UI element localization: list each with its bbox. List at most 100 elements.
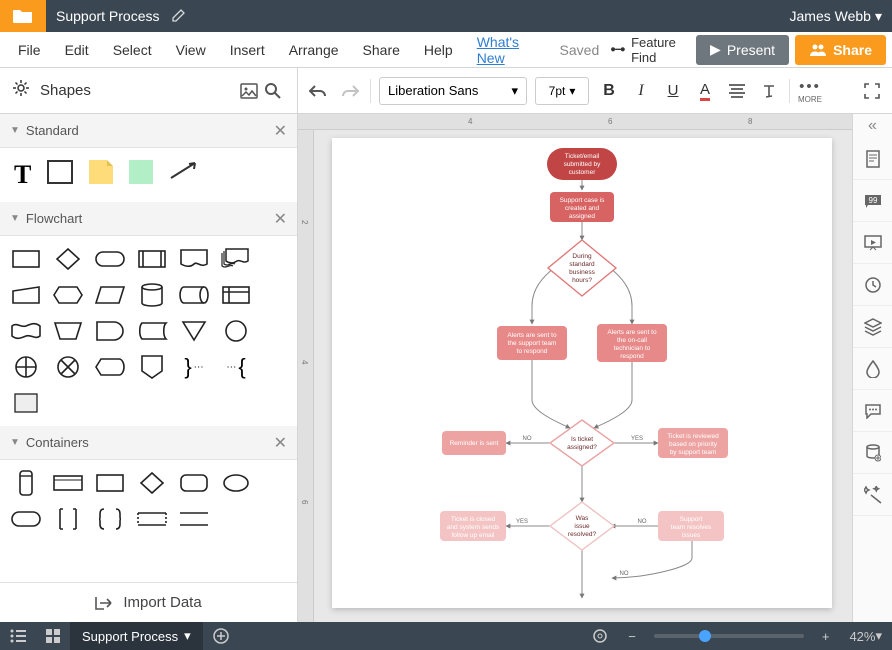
dock-data-icon[interactable] (853, 432, 892, 474)
zoom-level[interactable]: 42% ▾ (839, 622, 892, 650)
shape-rect-open2[interactable] (178, 506, 210, 532)
shape-note[interactable] (89, 160, 113, 184)
shape-document[interactable] (178, 246, 210, 272)
redo-button[interactable] (338, 79, 362, 103)
shape-merge[interactable] (178, 318, 210, 344)
dock-history-icon[interactable] (853, 264, 892, 306)
zoom-out-button[interactable]: − (618, 622, 646, 650)
list-view-icon[interactable] (0, 622, 36, 650)
shape-terminator[interactable] (94, 246, 126, 272)
shape-predefined[interactable] (136, 246, 168, 272)
close-icon[interactable]: ✕ (274, 209, 287, 229)
shape-process[interactable] (10, 246, 42, 272)
panel-flowchart-header[interactable]: ▼ Flowchart ✕ (0, 202, 297, 236)
shape-papertape[interactable] (10, 318, 42, 344)
more-button[interactable]: ••• MORE (798, 78, 822, 104)
add-page-button[interactable] (203, 622, 239, 650)
dock-present-icon[interactable] (853, 222, 892, 264)
shape-arrow[interactable] (169, 160, 199, 190)
shape-pill-v[interactable] (10, 470, 42, 496)
shape-ellipse[interactable] (220, 470, 252, 496)
menu-share[interactable]: Share (351, 42, 412, 58)
shape-delay[interactable] (94, 318, 126, 344)
flowchart-diagram[interactable]: YES NO NO YES YES NO NO Ticket/email sub… (332, 138, 832, 608)
search-icon[interactable] (261, 79, 285, 103)
zoom-thumb[interactable] (699, 630, 711, 642)
underline-button[interactable]: U (661, 79, 685, 103)
menu-file[interactable]: File (6, 42, 53, 58)
undo-button[interactable] (306, 79, 330, 103)
fullscreen-button[interactable] (860, 79, 884, 103)
document-title[interactable]: Support Process (46, 8, 160, 24)
shape-brace-l[interactable]: ⋯{ (220, 354, 252, 380)
dock-page-icon[interactable] (853, 138, 892, 180)
shape-rect-open[interactable] (136, 506, 168, 532)
collapse-dock-icon[interactable]: « (853, 114, 892, 138)
share-button[interactable]: Share (795, 35, 886, 65)
menu-insert[interactable]: Insert (218, 42, 277, 58)
dock-magic-icon[interactable] (853, 474, 892, 516)
menu-edit[interactable]: Edit (53, 42, 101, 58)
panel-standard-header[interactable]: ▼ Standard ✕ (0, 114, 297, 148)
shape-rect2[interactable] (52, 470, 84, 496)
shape-decision[interactable] (52, 246, 84, 272)
import-data-button[interactable]: Import Data (0, 582, 297, 622)
shapes-panel-header[interactable]: Shapes (0, 68, 298, 114)
canvas[interactable]: 4 6 8 2 4 6 (298, 114, 852, 622)
bold-button[interactable]: B (597, 79, 621, 103)
zoom-slider[interactable] (654, 634, 804, 638)
shape-data[interactable] (94, 282, 126, 308)
shape-stored[interactable] (136, 318, 168, 344)
shape-rectangle[interactable] (47, 160, 73, 184)
shape-manual-op[interactable] (52, 318, 84, 344)
close-icon[interactable]: ✕ (274, 121, 287, 141)
node-hours[interactable] (548, 240, 616, 296)
shape-rounded[interactable] (178, 470, 210, 496)
shape-offpage[interactable] (136, 354, 168, 380)
shape-bracket1[interactable] (52, 506, 84, 532)
shape-bracket2[interactable] (94, 506, 126, 532)
shape-junction[interactable] (52, 354, 84, 380)
image-icon[interactable] (237, 79, 261, 103)
shape-directdata[interactable] (178, 282, 210, 308)
shape-display[interactable] (94, 354, 126, 380)
shape-block[interactable] (129, 160, 153, 184)
page[interactable]: YES NO NO YES YES NO NO Ticket/email sub… (332, 138, 832, 608)
menu-help[interactable]: Help (412, 42, 465, 58)
font-size-selector[interactable]: 7pt ▾ (535, 77, 589, 105)
font-selector[interactable]: Liberation Sans ▾ (379, 77, 527, 105)
shape-manual[interactable] (10, 282, 42, 308)
shape-preparation[interactable] (52, 282, 84, 308)
folder-icon[interactable] (0, 0, 46, 32)
shape-multidoc[interactable] (220, 246, 252, 272)
shape-pill-h[interactable] (10, 506, 42, 532)
clear-format-button[interactable] (757, 79, 781, 103)
text-color-button[interactable]: A (693, 79, 717, 103)
close-icon[interactable]: ✕ (274, 433, 287, 453)
shape-connector[interactable] (220, 318, 252, 344)
target-icon[interactable] (582, 622, 618, 650)
dock-layers-icon[interactable] (853, 306, 892, 348)
align-button[interactable] (725, 79, 749, 103)
grid-view-icon[interactable] (36, 622, 70, 650)
menu-select[interactable]: Select (101, 42, 164, 58)
feature-find[interactable]: Feature Find (611, 35, 682, 65)
shape-rect3[interactable] (94, 470, 126, 496)
present-button[interactable]: ▶ Present (696, 35, 789, 65)
shape-internal[interactable] (220, 282, 252, 308)
italic-button[interactable]: I (629, 79, 653, 103)
shape-database[interactable] (136, 282, 168, 308)
rename-icon[interactable] (172, 8, 186, 25)
page-tab[interactable]: Support Process ▾ (70, 622, 203, 650)
dock-comment-icon[interactable]: 99 (853, 180, 892, 222)
panel-containers-header[interactable]: ▼ Containers ✕ (0, 426, 297, 460)
shape-text[interactable]: T (14, 160, 31, 190)
dock-fill-icon[interactable] (853, 348, 892, 390)
shape-diamond2[interactable] (136, 470, 168, 496)
zoom-in-button[interactable]: + (812, 622, 840, 650)
shape-note-rect[interactable] (10, 390, 42, 416)
shape-brace-r[interactable]: }⋯ (178, 354, 210, 380)
menu-arrange[interactable]: Arrange (277, 42, 351, 58)
menu-view[interactable]: View (164, 42, 218, 58)
menu-whats-new[interactable]: What's New (465, 34, 548, 66)
